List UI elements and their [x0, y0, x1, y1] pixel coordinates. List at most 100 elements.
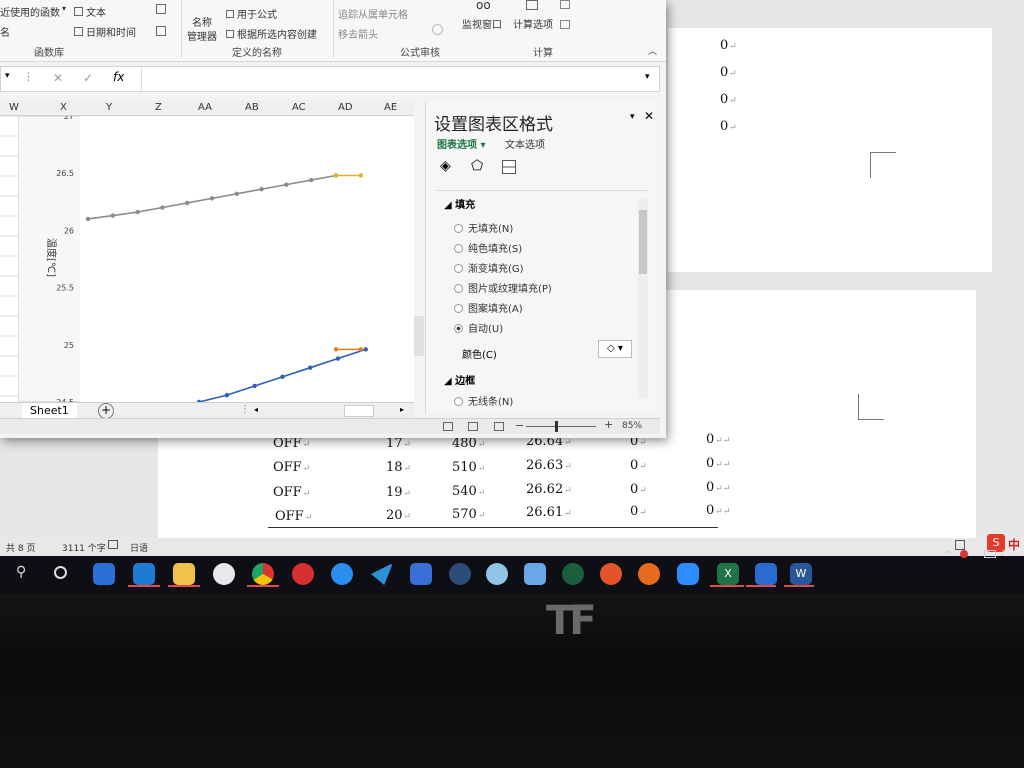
column-header[interactable]: X: [60, 102, 67, 113]
word-count[interactable]: 3111 个字: [62, 541, 106, 554]
picture-fill-option[interactable]: 图片或纹理填充(P): [454, 280, 552, 295]
effects-icon[interactable]: ⬠: [471, 158, 483, 174]
excel-icon[interactable]: X: [717, 563, 739, 585]
page-break-icon[interactable]: [494, 422, 504, 431]
evaluate-icon[interactable]: [432, 24, 443, 35]
normal-view-icon[interactable]: [443, 422, 453, 431]
math-functions-icon[interactable]: [156, 4, 166, 14]
column-header[interactable]: W: [9, 102, 19, 113]
read-mode-icon[interactable]: [955, 540, 965, 550]
firefox-icon[interactable]: [638, 563, 660, 585]
collapse-ribbon-icon[interactable]: ︿: [648, 44, 657, 57]
battery-icon[interactable]: [984, 550, 996, 558]
column-header[interactable]: Y: [106, 102, 112, 113]
text-functions-button[interactable]: 文本: [74, 4, 106, 19]
worksheet-grid[interactable]: 温度[℃] 2726.52625.52524.5: [0, 116, 424, 402]
zoom-slider[interactable]: [526, 426, 596, 427]
pane-scrollbar[interactable]: [638, 198, 648, 398]
pane-scrollbar-thumb[interactable]: [639, 210, 647, 274]
data-point[interactable]: [160, 205, 165, 210]
chart-area[interactable]: 温度[℃] 2726.52625.52524.5: [18, 116, 410, 402]
solid-fill-option[interactable]: 纯色填充(S): [454, 240, 522, 255]
data-point[interactable]: [85, 216, 91, 222]
data-point[interactable]: [224, 392, 230, 398]
data-point[interactable]: [280, 374, 285, 380]
telegram-icon[interactable]: [371, 563, 393, 585]
data-point[interactable]: [259, 187, 264, 192]
column-header[interactable]: AB: [245, 102, 259, 113]
chrome-icon[interactable]: [252, 563, 274, 585]
data-point[interactable]: [252, 383, 257, 389]
ime-mode-icon[interactable]: 中: [1008, 536, 1020, 553]
calculation-options-button[interactable]: 计算选项: [513, 16, 553, 31]
mail-icon[interactable]: [133, 563, 155, 585]
data-point[interactable]: [308, 365, 313, 370]
use-in-formula-button[interactable]: 用于公式: [226, 6, 277, 21]
no-line-option[interactable]: 无线条(N): [454, 393, 513, 408]
tab-text-options[interactable]: 文本选项: [505, 136, 545, 151]
steam-icon[interactable]: [449, 563, 471, 585]
name-manager-button[interactable]: 名称: [192, 14, 212, 29]
netease-music-icon[interactable]: [292, 563, 314, 585]
gradient-fill-option[interactable]: 渐变填充(G): [454, 260, 524, 275]
tray-icon[interactable]: [960, 550, 968, 558]
more-functions-icon[interactable]: [156, 26, 166, 36]
cortana-icon[interactable]: [54, 566, 67, 579]
insert-function-button[interactable]: fx: [113, 70, 124, 84]
zoom-level[interactable]: 85%: [622, 421, 642, 431]
fill-line-icon[interactable]: ◈: [440, 158, 451, 174]
vertical-scrollbar[interactable]: [414, 316, 424, 356]
no-fill-option[interactable]: 无填充(N): [454, 220, 513, 235]
column-header[interactable]: Z: [155, 102, 162, 113]
scroll-left-icon[interactable]: ◂: [254, 405, 258, 414]
data-point[interactable]: [185, 200, 190, 206]
file-explorer-icon[interactable]: [173, 563, 195, 585]
watch-window-button[interactable]: 监视窗口: [462, 16, 502, 31]
app-icon[interactable]: [410, 563, 432, 585]
app-icon[interactable]: [486, 563, 508, 585]
data-point[interactable]: [335, 356, 341, 361]
data-point[interactable]: [358, 347, 363, 352]
create-from-selection-button[interactable]: 根据所选内容创建: [226, 26, 317, 41]
data-point[interactable]: [234, 191, 239, 196]
size-properties-icon[interactable]: [502, 160, 516, 174]
data-point[interactable]: [333, 347, 339, 352]
column-header[interactable]: AA: [198, 102, 212, 113]
datetime-functions-button[interactable]: 日期和时间: [74, 24, 136, 39]
calc-now-icon[interactable]: [560, 0, 570, 9]
enter-icon[interactable]: ✓: [83, 71, 93, 85]
language[interactable]: 日语: [130, 541, 148, 554]
app-icon[interactable]: [600, 563, 622, 585]
section-border[interactable]: ◢ 边框: [444, 372, 475, 387]
data-point[interactable]: [209, 196, 215, 201]
data-point[interactable]: [358, 173, 363, 178]
recent-functions-button[interactable]: 近使用的函数: [0, 4, 60, 19]
proofing-icon[interactable]: [108, 540, 118, 549]
calendar-icon[interactable]: [93, 563, 115, 585]
column-header[interactable]: AC: [292, 102, 306, 113]
page-layout-icon[interactable]: [468, 422, 478, 431]
plot-area[interactable]: [80, 116, 410, 402]
app-icon[interactable]: [562, 563, 584, 585]
tab-chart-options[interactable]: 图表选项 ▾: [437, 136, 486, 151]
cancel-icon[interactable]: ✕: [53, 71, 63, 85]
column-header[interactable]: AE: [384, 102, 397, 113]
zoom-icon[interactable]: [677, 563, 699, 585]
horizontal-scrollbar-thumb[interactable]: [344, 405, 374, 417]
data-point[interactable]: [135, 209, 140, 215]
app-icon[interactable]: [213, 563, 235, 585]
zoom-in-button[interactable]: +: [604, 418, 613, 431]
trace-dependents-button[interactable]: 追踪从属单元格: [338, 6, 408, 21]
page-count[interactable]: 共 8 页: [6, 541, 35, 554]
app-check-icon[interactable]: [331, 563, 353, 585]
data-point[interactable]: [284, 182, 289, 187]
tray-chevron-icon[interactable]: ^: [944, 550, 952, 561]
expand-formula-icon[interactable]: ▾: [645, 72, 650, 82]
add-sheet-icon[interactable]: +: [98, 403, 114, 419]
section-fill[interactable]: ◢ 填充: [444, 196, 475, 211]
volume-icon[interactable]: ♪: [1000, 549, 1006, 559]
word-icon[interactable]: W: [790, 563, 812, 585]
data-point[interactable]: [309, 177, 314, 183]
zoom-out-button[interactable]: −: [515, 419, 524, 432]
name-box-dropdown-icon[interactable]: ▾: [5, 71, 10, 81]
